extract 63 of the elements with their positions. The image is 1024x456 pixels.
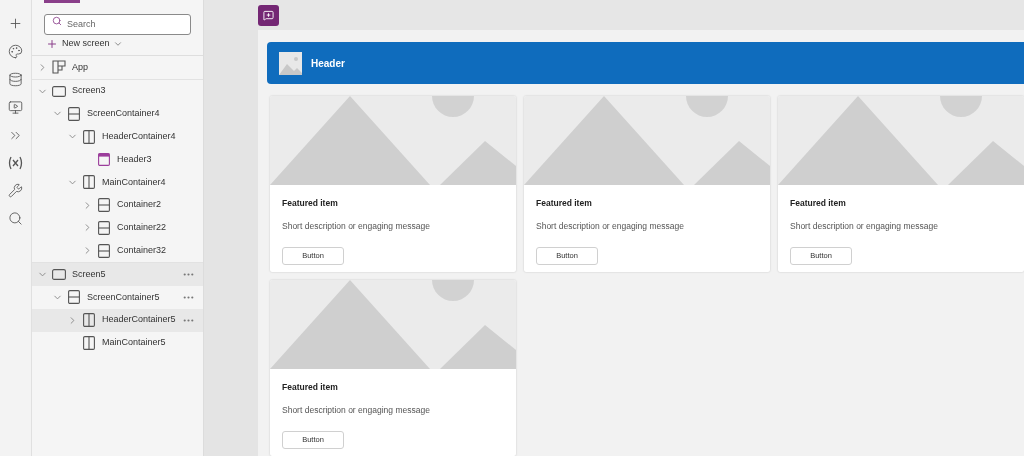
search-icon — [51, 15, 62, 26]
tree-item-label: HeaderContainer4 — [101, 130, 176, 144]
tree-item-label: MainContainer4 — [101, 175, 166, 189]
palette-icon[interactable] — [7, 44, 23, 59]
tree-item[interactable]: ScreenContainer5 — [31, 285, 203, 309]
card-description: Short description or engaging message — [282, 403, 431, 417]
tree-item-label: Screen3 — [71, 84, 106, 98]
card-description: Short description or engaging message — [282, 219, 431, 233]
tree-item-label: ScreenContainer4 — [86, 107, 160, 121]
tree-item-label: Container32 — [116, 244, 166, 257]
tree-item-label: Container2 — [116, 198, 161, 212]
screen-icon — [51, 85, 66, 97]
horizontal-container-icon — [82, 129, 95, 144]
comment-button[interactable] — [258, 5, 279, 26]
card-title: Featured item — [790, 197, 847, 210]
tree-item[interactable]: Screen3 — [31, 79, 203, 103]
tree-item-label: ScreenContainer5 — [86, 290, 160, 304]
tree-item[interactable]: MainContainer5 — [31, 331, 203, 355]
card-title: Featured item — [282, 381, 339, 394]
horizontal-container-icon — [82, 313, 95, 328]
card-title: Featured item — [282, 197, 339, 210]
header-icon — [97, 153, 110, 167]
vertical-container-icon — [97, 243, 110, 258]
card-description: Short description or engaging message — [536, 219, 685, 233]
tree-item-label: Container22 — [116, 221, 166, 235]
search-icon[interactable] — [7, 211, 23, 226]
screen-icon — [51, 269, 66, 281]
plus-icon — [45, 38, 58, 50]
tree-item[interactable]: App — [31, 56, 203, 79]
tree-item-label: Screen5 — [71, 267, 106, 281]
media-icon[interactable] — [7, 100, 23, 115]
tree-item-label: Header3 — [116, 152, 152, 166]
tree-item[interactable]: Container22 — [31, 216, 203, 240]
variables-icon[interactable] — [6, 156, 24, 170]
tree-item[interactable]: ScreenContainer4 — [31, 102, 203, 126]
vertical-container-icon — [67, 107, 80, 121]
tree-item-label: HeaderContainer5 — [101, 313, 176, 327]
search-field[interactable]: Search — [43, 13, 191, 35]
app-icon — [51, 60, 66, 75]
vertical-container-icon — [97, 220, 110, 235]
card-description: Short description or engaging message — [790, 219, 939, 233]
comment-icon — [263, 10, 274, 21]
tree-item[interactable]: HeaderContainer5 — [31, 308, 203, 332]
tree-item[interactable]: MainContainer4 — [31, 171, 203, 194]
tree-item[interactable]: HeaderContainer4 — [31, 125, 203, 149]
tree-item[interactable]: Container32 — [31, 239, 203, 263]
image-placeholder-icon — [279, 51, 302, 75]
tree-item[interactable]: Header3 — [31, 148, 203, 171]
tree-item-label: App — [71, 60, 88, 74]
tree-item[interactable]: Screen5 — [31, 263, 203, 286]
new-screen-button[interactable]: New screen — [45, 37, 203, 51]
chevron-down-icon — [113, 39, 124, 49]
card-title: Featured item — [536, 197, 593, 210]
tools-icon[interactable] — [7, 183, 23, 198]
database-icon[interactable] — [7, 72, 23, 87]
horizontal-container-icon — [82, 335, 95, 350]
vertical-container-icon — [67, 290, 80, 305]
header-title: Header — [311, 56, 345, 71]
tree-item-label: MainContainer5 — [101, 336, 166, 350]
tree-item[interactable]: Container2 — [31, 193, 203, 217]
vertical-container-icon — [97, 198, 110, 213]
horizontal-container-icon — [82, 175, 95, 190]
plus-icon[interactable] — [7, 16, 23, 31]
